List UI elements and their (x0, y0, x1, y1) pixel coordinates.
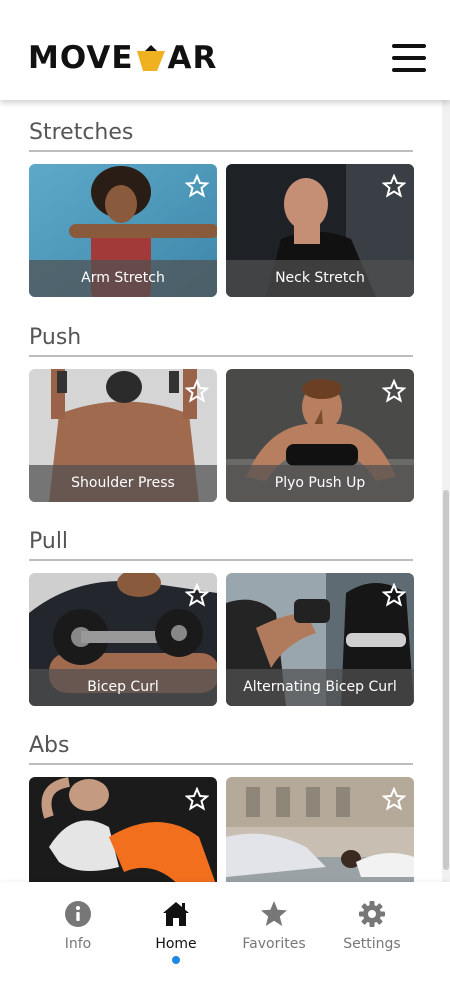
info-icon (65, 901, 91, 927)
favorite-star-icon[interactable] (382, 583, 406, 607)
favorite-star-icon[interactable] (185, 787, 209, 811)
gear-icon (359, 901, 385, 927)
logo-mark-icon (136, 45, 165, 71)
exercise-list[interactable]: Stretches Arm Stretch Neck Stretch Push (0, 100, 442, 882)
favorite-star-icon[interactable] (185, 583, 209, 607)
favorite-star-icon[interactable] (382, 379, 406, 403)
card-label: Plyo Push Up (226, 465, 414, 502)
home-icon (163, 902, 189, 926)
favorite-star-icon[interactable] (382, 787, 406, 811)
logo-text-move: MOVE (28, 40, 134, 76)
active-indicator-dot (172, 956, 180, 964)
card-label: Arm Stretch (29, 260, 217, 297)
scrollbar[interactable] (442, 100, 450, 882)
nav-label-settings: Settings (343, 936, 401, 952)
exercise-card-alternating-bicep-curl[interactable]: Alternating Bicep Curl (226, 573, 414, 706)
hamburger-menu-icon[interactable] (392, 44, 426, 72)
favorite-star-icon[interactable] (185, 379, 209, 403)
card-label: Neck Stretch (226, 260, 414, 297)
star-icon (261, 901, 287, 926)
exercise-card-shoulder-press[interactable]: Shoulder Press (29, 369, 217, 502)
section-title-abs: Abs (29, 733, 413, 765)
nav-label-favorites: Favorites (242, 936, 306, 952)
exercise-card-neck-stretch[interactable]: Neck Stretch (226, 164, 414, 297)
movear-logo[interactable]: MOVE AR (28, 42, 217, 74)
nav-item-favorites[interactable]: Favorites (224, 900, 324, 980)
favorite-star-icon[interactable] (382, 174, 406, 198)
exercise-card-plyo-push-up[interactable]: Plyo Push Up (226, 369, 414, 502)
exercise-card-abs-2[interactable] (226, 777, 414, 882)
section-title-pull: Pull (29, 529, 413, 561)
card-label: Shoulder Press (29, 465, 217, 502)
exercise-card-bicep-curl[interactable]: Bicep Curl (29, 573, 217, 706)
exercise-card-abs-1[interactable] (29, 777, 217, 882)
nav-item-settings[interactable]: Settings (322, 900, 422, 980)
logo-text-ar: AR (167, 40, 218, 76)
app-header: MOVE AR (0, 0, 450, 100)
card-label: Bicep Curl (29, 669, 217, 706)
nav-item-home[interactable]: Home (126, 900, 226, 980)
section-title-push: Push (29, 325, 413, 357)
nav-label-info: Info (64, 936, 92, 952)
exercise-card-arm-stretch[interactable]: Arm Stretch (29, 164, 217, 297)
nav-item-info[interactable]: Info (28, 900, 128, 980)
favorite-star-icon[interactable] (185, 174, 209, 198)
card-label: Alternating Bicep Curl (226, 669, 414, 706)
scrollbar-thumb[interactable] (443, 490, 449, 870)
section-title-stretches: Stretches (29, 120, 413, 152)
bottom-navigation: Info Home Favorites Settings (0, 882, 450, 1000)
nav-label-home: Home (155, 936, 197, 952)
